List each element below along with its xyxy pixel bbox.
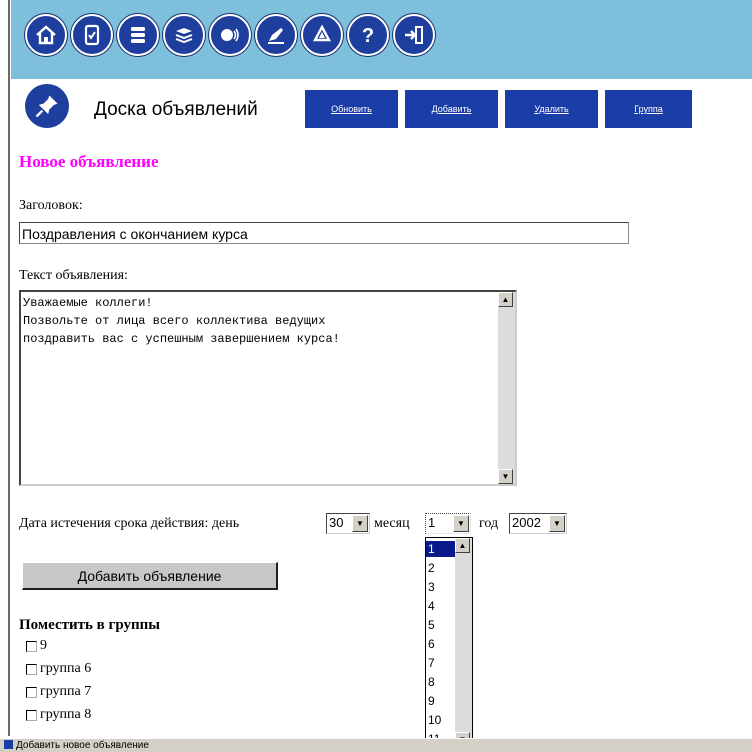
month-label: месяц [374,516,410,531]
home-icon[interactable] [25,14,67,56]
delete-button[interactable]: Удалить [505,90,598,128]
svg-text:?: ? [362,25,374,47]
day-select[interactable]: 30 ▼ [326,513,370,534]
books-icon[interactable] [117,14,159,56]
scroll-up-icon[interactable]: ▲ [498,292,513,307]
checkbox[interactable] [26,709,37,721]
message-text: Уважаемые коллеги! Позвольте от лица всег… [23,296,340,346]
group-checkbox-item[interactable]: группа 8 [26,707,91,723]
group-checkbox-item[interactable]: группа 6 [26,661,91,677]
help-icon[interactable]: ? [347,14,389,56]
month-dropdown-list[interactable]: 1 2 3 4 5 6 7 8 9 10 11 ▲ ▼ [425,537,473,748]
dropdown-option[interactable]: 7 [426,655,456,671]
chevron-down-icon[interactable]: ▼ [549,515,565,532]
group-checkbox-item[interactable]: 9 [26,638,47,654]
checkbox[interactable] [26,686,37,698]
dropdown-option[interactable]: 10 [426,712,456,728]
chevron-down-icon[interactable]: ▼ [352,515,368,532]
day-value: 30 [329,515,344,530]
submit-button[interactable]: Добавить объявление [22,562,278,590]
refresh-button[interactable]: Обновить [305,90,398,128]
status-text: Добавить новое объявление [16,740,149,751]
status-icon [4,740,13,749]
checkbox[interactable] [26,640,37,652]
exit-icon[interactable] [393,14,435,56]
speaker-icon[interactable] [209,14,251,56]
year-label: год [479,516,499,531]
message-textarea[interactable]: Уважаемые коллеги! Позвольте от лица всег… [19,290,517,486]
form-heading: Новое объявление [19,152,159,171]
scroll-up-icon[interactable]: ▲ [455,538,470,553]
dropdown-option[interactable]: 6 [426,636,456,652]
title-input[interactable]: Поздравления с окончанием курса [19,222,629,244]
month-select[interactable]: 1 ▼ [425,513,471,534]
dropdown-option[interactable]: 3 [426,579,456,595]
chevron-down-icon[interactable]: ▼ [453,515,469,532]
month-value: 1 [428,515,436,530]
toolbar-icons: ? [25,14,435,56]
book-icon[interactable] [163,14,205,56]
year-select[interactable]: 2002 ▼ [509,513,567,534]
pen-icon[interactable] [255,14,297,56]
recycle-icon[interactable] [301,14,343,56]
add-button[interactable]: Добавить [405,90,498,128]
expiry-label: Дата истечения срока действия: день [19,516,240,531]
dropdown-option[interactable]: 1 [426,541,456,557]
textarea-scrollbar[interactable]: ▲ ▼ [498,292,515,484]
dropdown-option[interactable]: 2 [426,560,456,576]
group-button[interactable]: Группа [605,90,692,128]
window-left-border [0,0,10,736]
text-label: Текст объявления: [19,268,128,283]
title-label: Заголовок: [19,198,83,213]
status-bar: Добавить новое объявление [0,738,752,752]
scroll-down-icon[interactable]: ▼ [498,469,513,484]
year-value: 2002 [512,515,541,530]
board-title: Доска объявлений [94,99,258,120]
groups-heading: Поместить в группы [19,617,160,633]
dropdown-scrollbar[interactable]: ▲ ▼ [455,538,472,747]
dropdown-option[interactable]: 5 [426,617,456,633]
dropdown-option[interactable]: 9 [426,693,456,709]
dropdown-option[interactable]: 8 [426,674,456,690]
dropdown-option[interactable]: 4 [426,598,456,614]
group-checkbox-item[interactable]: группа 7 [26,684,91,700]
checkbox[interactable] [26,663,37,675]
pushpin-icon [25,84,69,128]
document-icon[interactable] [71,14,113,56]
